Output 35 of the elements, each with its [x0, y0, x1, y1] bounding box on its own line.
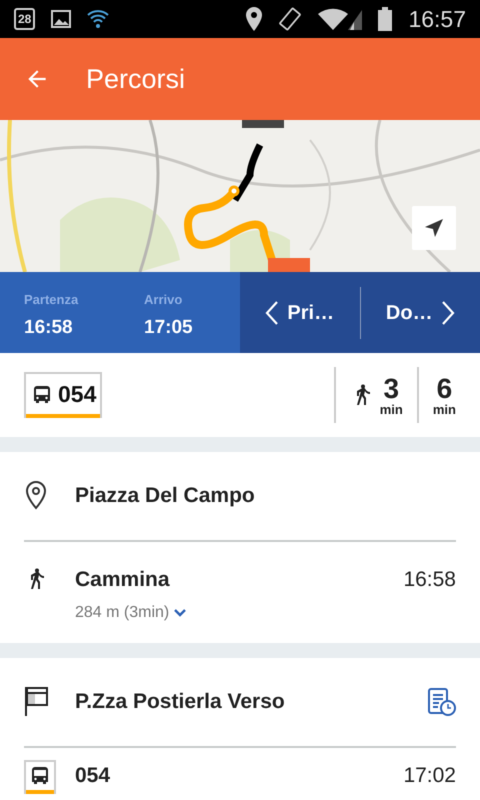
step-time: 17:02 — [403, 762, 456, 788]
walk-distance: 284 m (3min) — [75, 603, 170, 623]
vibrate-icon — [278, 7, 302, 31]
image-icon — [51, 10, 72, 28]
timetable-clock-icon — [426, 686, 456, 717]
step-title: Piazza Del Campo — [75, 483, 255, 509]
battery-icon — [378, 7, 392, 31]
arrival-time: 17:05 — [144, 316, 193, 340]
minutes-unit: min — [380, 402, 403, 416]
status-time: 16:57 — [408, 4, 466, 34]
bus-stop-sign-icon — [24, 686, 50, 716]
calendar-date: 28 — [14, 8, 36, 30]
timetable-button[interactable] — [426, 686, 456, 717]
minutes-unit: min — [432, 402, 456, 416]
chevron-left-icon — [265, 300, 280, 326]
line-badge: 054 — [24, 372, 102, 418]
arrival-label: Arrivo — [144, 291, 184, 309]
step-title: P.Zza Postierla Verso — [75, 689, 285, 715]
step-title: 054 — [75, 762, 110, 788]
previous-button[interactable]: Pri… — [240, 296, 360, 328]
chevron-down-icon — [173, 608, 188, 618]
wifi-icon — [87, 9, 110, 29]
walk-minutes: 3 — [382, 374, 400, 402]
step-time: 16:58 — [403, 566, 456, 592]
departure-time: 16:58 — [24, 316, 74, 340]
next-button[interactable]: Do… — [360, 296, 480, 328]
step-title: Cammina — [75, 566, 170, 592]
screen-title: Percorsi — [86, 62, 186, 96]
total-minutes: 6 — [436, 374, 454, 402]
departure-label: Partenza — [24, 291, 80, 309]
location-pin-icon — [246, 7, 262, 31]
signal-icon — [318, 8, 362, 30]
location-pin-icon — [24, 480, 48, 510]
chevron-right-icon — [440, 300, 455, 326]
my-location-button[interactable] — [412, 206, 456, 250]
